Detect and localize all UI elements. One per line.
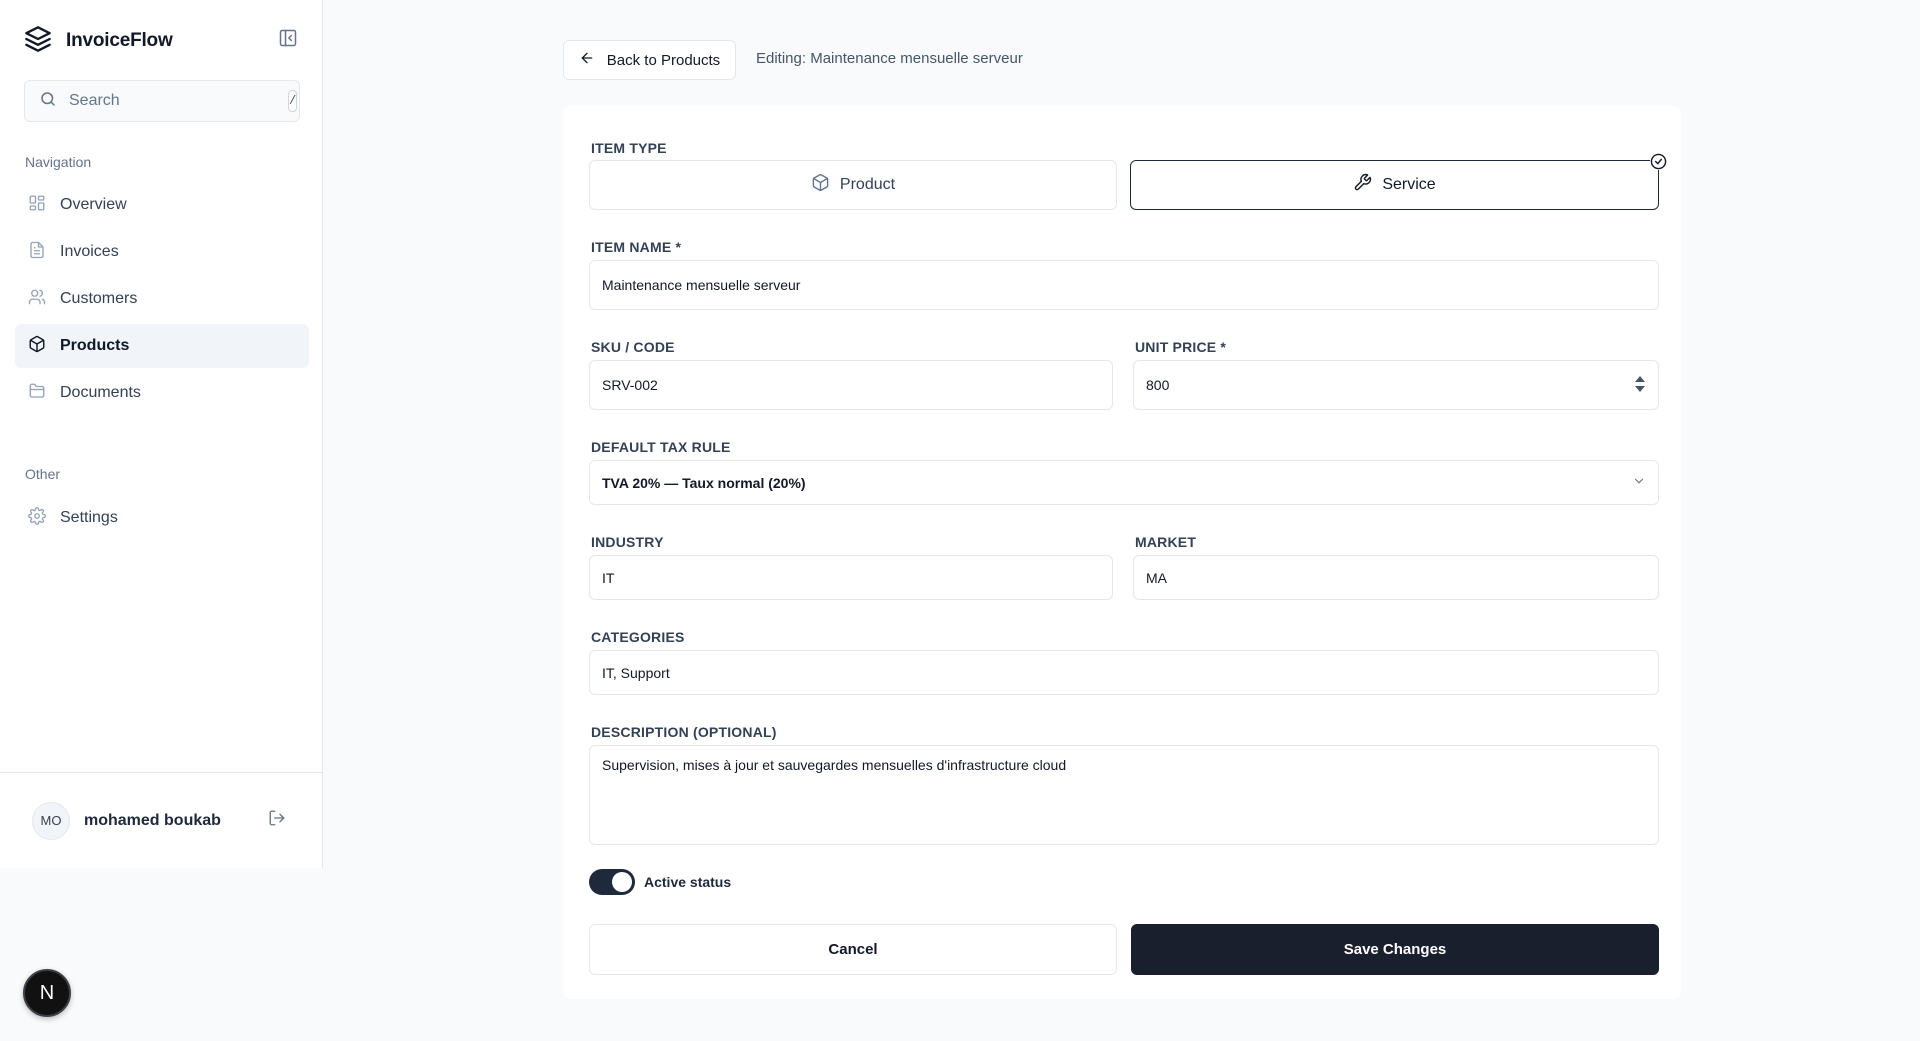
industry-field[interactable] xyxy=(589,555,1113,600)
unit-price-label: UNIT PRICE * xyxy=(1135,339,1227,355)
wrench-icon xyxy=(1353,173,1372,197)
back-button-label: Back to Products xyxy=(606,51,721,69)
item-type-label-text: Product xyxy=(839,176,896,193)
item-name-input[interactable] xyxy=(602,277,1646,293)
description-label: DESCRIPTION (OPTIONAL) xyxy=(591,724,777,740)
sidebar-item-label: Invoices xyxy=(60,243,119,260)
brand[interactable]: InvoiceFlow xyxy=(24,25,173,58)
description-textarea[interactable]: Supervision, mises à jour et sauvegardes… xyxy=(589,745,1659,845)
package-icon xyxy=(28,335,46,358)
collapse-sidebar-button[interactable] xyxy=(277,29,299,51)
item-type-label-text: Service xyxy=(1382,176,1436,193)
sidebar-item-label: Products xyxy=(60,337,130,354)
avatar[interactable]: MO xyxy=(32,801,70,840)
item-type-label: ITEM TYPE xyxy=(591,140,667,156)
search-icon xyxy=(39,90,57,113)
sku-label: SKU / CODE xyxy=(591,339,675,355)
sku-input[interactable] xyxy=(602,377,1100,393)
search-box[interactable]: / xyxy=(24,80,300,122)
check-circle-icon xyxy=(1650,153,1667,170)
edit-product-form: ITEM TYPE Product Service ITEM NAME * SK… xyxy=(563,106,1681,999)
item-type-service-button[interactable]: Service xyxy=(1130,153,1667,210)
layers-icon xyxy=(24,25,52,58)
sidebar-item-overview[interactable]: Overview xyxy=(15,183,309,227)
cancel-button[interactable]: Cancel xyxy=(589,924,1117,975)
search-input[interactable] xyxy=(69,92,276,110)
unit-price-input[interactable] xyxy=(1146,377,1634,393)
save-changes-button[interactable]: Save Changes xyxy=(1131,924,1659,975)
user-name: mohamed boukab xyxy=(84,811,221,829)
sku-field[interactable] xyxy=(589,360,1113,410)
file-text-icon xyxy=(28,241,46,264)
search-shortcut-key: / xyxy=(288,90,298,112)
sidebar-item-settings[interactable]: Settings xyxy=(15,496,309,540)
sidebar-item-documents[interactable]: Documents xyxy=(15,371,309,415)
app-name: InvoiceFlow xyxy=(66,30,173,51)
sidebar-item-label: Overview xyxy=(60,196,127,213)
tax-rule-select[interactable]: TVA 20% — Taux normal (20%) xyxy=(589,460,1659,505)
active-status-toggle[interactable] xyxy=(589,869,635,895)
gear-icon xyxy=(28,506,46,530)
unit-price-field[interactable] xyxy=(1133,360,1659,410)
nav-section-label: Navigation xyxy=(25,154,92,170)
market-label: MARKET xyxy=(1135,534,1197,550)
sidebar-item-label: Customers xyxy=(60,290,138,307)
market-field[interactable] xyxy=(1133,555,1659,600)
toggle-knob xyxy=(612,872,632,892)
sidebar-item-label: Settings xyxy=(60,509,118,526)
active-status-label: Active status xyxy=(644,874,732,890)
chevron-down-icon xyxy=(1632,474,1646,491)
number-stepper-icon[interactable] xyxy=(1634,375,1646,396)
main-nav: Overview Invoices Customers Products Doc… xyxy=(15,183,309,418)
back-to-products-button[interactable]: Back to Products xyxy=(563,40,736,80)
categories-label: CATEGORIES xyxy=(591,629,685,645)
tax-rule-label: DEFAULT TAX RULE xyxy=(591,439,731,455)
sidebar: InvoiceFlow / Navigation Overview Invoic… xyxy=(0,0,323,868)
tax-rule-selected-value: TVA 20% — Taux normal (20%) xyxy=(602,474,806,491)
categories-field[interactable] xyxy=(589,650,1659,695)
sidebar-item-products[interactable]: Products xyxy=(15,324,309,368)
item-name-label: ITEM NAME * xyxy=(591,239,682,255)
grid-icon xyxy=(28,194,46,217)
other-nav: Settings xyxy=(15,496,309,543)
industry-label: INDUSTRY xyxy=(591,534,664,550)
sidebar-item-invoices[interactable]: Invoices xyxy=(15,230,309,274)
industry-input[interactable] xyxy=(602,569,1100,586)
panel-left-icon xyxy=(278,28,298,53)
item-type-product-button[interactable]: Product xyxy=(589,160,1117,210)
folder-icon xyxy=(28,382,46,405)
logout-icon xyxy=(268,809,286,832)
arrow-left-icon xyxy=(579,50,595,70)
market-input[interactable] xyxy=(1146,569,1646,586)
users-icon xyxy=(28,288,46,311)
categories-input[interactable] xyxy=(602,664,1646,681)
editing-title: Editing: Maintenance mensuelle serveur xyxy=(756,50,1023,67)
other-section-label: Other xyxy=(25,466,61,482)
item-name-field[interactable] xyxy=(589,260,1659,310)
logout-button[interactable] xyxy=(266,809,288,831)
user-profile: MO mohamed boukab xyxy=(0,772,323,868)
box-icon xyxy=(811,173,830,197)
sidebar-item-label: Documents xyxy=(60,384,141,401)
dev-tools-badge[interactable]: N xyxy=(23,969,71,1017)
sidebar-item-customers[interactable]: Customers xyxy=(15,277,309,321)
